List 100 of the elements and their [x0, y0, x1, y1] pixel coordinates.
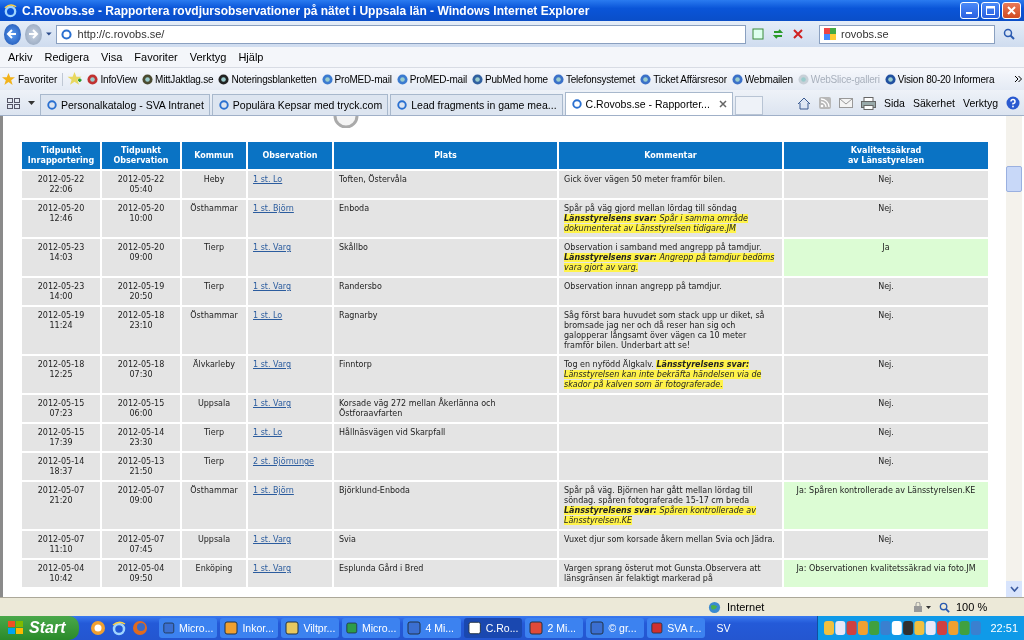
favorite-link[interactable]: MittJaktlag.se — [140, 73, 216, 85]
favorite-link[interactable]: Vision 80-20 Informera — [882, 73, 997, 85]
browser-tab[interactable]: C.Rovobs.se - Rapporter... — [564, 92, 733, 115]
stop-icon[interactable] — [791, 28, 804, 40]
site-icon[interactable] — [884, 73, 896, 85]
grid-icon[interactable] — [7, 97, 20, 109]
table-cell: Tierp — [182, 239, 246, 276]
taskbar-button[interactable]: Viltpr... — [281, 618, 340, 638]
browser-tab[interactable]: Personalkatalog - SVA Intranet — [40, 94, 210, 115]
observation-link[interactable]: 1 st. Varg — [253, 360, 291, 369]
taskbar-button[interactable]: © gr... — [586, 618, 645, 638]
table-cell: Tierp — [182, 278, 246, 305]
menu-item[interactable]: Verktyg — [183, 51, 233, 63]
close-button[interactable] — [1002, 2, 1021, 19]
column-header: Kommentar — [559, 142, 782, 169]
favorite-link[interactable]: Ticket Affärsresor — [638, 73, 729, 85]
dropdown-icon[interactable] — [45, 32, 52, 36]
table-cell: Observation innan angrepp på tamdjur. — [559, 278, 782, 305]
print-icon[interactable] — [860, 96, 876, 110]
command-menu[interactable]: Verktyg — [962, 97, 998, 109]
table-cell: Östhammar — [182, 200, 246, 237]
zoom-level[interactable]: 100 % — [956, 601, 1016, 613]
favorite-link[interactable]: Webmailen — [729, 73, 795, 85]
browser-icon[interactable] — [111, 620, 128, 636]
observation-link[interactable]: 1 st. Varg — [253, 243, 291, 252]
page-icon[interactable] — [396, 99, 409, 111]
page-icon[interactable] — [46, 99, 58, 111]
table-cell: Nej. — [784, 356, 988, 393]
taskbar-button[interactable]: 4 Mi... — [403, 618, 462, 638]
observation-link[interactable]: 1 st. Björn — [253, 486, 294, 495]
command-menu[interactable]: Säkerhet — [912, 97, 955, 109]
observation-link[interactable]: 1 st. Varg — [253, 282, 291, 291]
page-icon[interactable] — [751, 28, 764, 40]
scroll-thumb[interactable] — [1006, 166, 1022, 192]
back-button[interactable] — [4, 23, 21, 45]
observation-link[interactable]: 1 st. Varg — [253, 535, 291, 544]
observation-link[interactable]: 1 st. Varg — [253, 399, 291, 408]
taskbar-button[interactable]: SVA r... — [647, 618, 706, 638]
taskbar-button[interactable]: Micro... — [159, 618, 218, 638]
more-icon[interactable] — [1015, 75, 1022, 83]
address-field[interactable]: http://c.rovobs.se/ — [55, 24, 746, 44]
observation-link[interactable]: 1 st. Lo — [253, 428, 283, 437]
taskbar-button[interactable]: 2 Mi... — [525, 618, 584, 638]
menu-item[interactable]: Visa — [95, 51, 129, 63]
refresh-icon[interactable] — [771, 28, 784, 40]
menu-item[interactable]: Hjälp — [232, 51, 270, 63]
browser-tab[interactable]: Lead fragments in game mea... — [390, 94, 563, 115]
mail-icon[interactable] — [838, 98, 853, 108]
maximize-icon[interactable] — [986, 6, 995, 15]
language-indicator[interactable]: SV — [708, 622, 739, 634]
favorite-link[interactable]: Noteringsblanketten — [216, 73, 319, 85]
menu-item[interactable]: Arkiv — [2, 51, 39, 63]
close-tab-icon[interactable] — [718, 100, 727, 108]
start-button[interactable]: Start — [0, 616, 80, 640]
scrollbar[interactable] — [1006, 116, 1022, 597]
command-menu[interactable]: Sida — [883, 97, 905, 109]
app-icon[interactable] — [468, 621, 482, 635]
observation-link[interactable]: 1 st. Lo — [253, 175, 283, 184]
caret-icon[interactable] — [28, 101, 35, 105]
zoom-icon[interactable] — [939, 601, 950, 613]
help-icon[interactable] — [1006, 96, 1020, 110]
mail-app-icon[interactable] — [90, 620, 107, 636]
taskbar-button[interactable]: Inkor... — [220, 618, 279, 638]
star-icon[interactable] — [2, 72, 15, 86]
column-header: Plats — [334, 142, 557, 169]
menu-item[interactable]: Redigera — [38, 51, 96, 63]
page-icon[interactable] — [217, 99, 230, 111]
favorite-link[interactable]: Telefonsystemet — [550, 73, 638, 85]
taskbar-button[interactable]: Micro... — [342, 618, 401, 638]
add-favorite-icon[interactable] — [67, 72, 83, 86]
windows-flag-icon[interactable] — [8, 621, 24, 635]
favorite-link[interactable]: InfoView — [85, 73, 140, 85]
tab-label[interactable]: Personalkatalog - SVA Intranet — [61, 99, 204, 111]
site-icon[interactable] — [142, 73, 154, 85]
favorites-button[interactable]: Favoriter — [2, 72, 64, 86]
table-cell: Korsade väg 272 mellan Åkerlänna och Östforaavfarten — [334, 395, 557, 422]
tab-label[interactable]: Lead fragments in game mea... — [411, 99, 557, 111]
tab-label[interactable]: Populära Kepsar med tryck.com — [232, 99, 383, 111]
back-arrow-icon[interactable] — [6, 28, 19, 40]
home-icon[interactable] — [796, 96, 811, 110]
minimize-button[interactable] — [960, 2, 979, 19]
site-icon[interactable] — [218, 73, 230, 85]
browser-tab[interactable]: Populära Kepsar med tryck.com — [211, 94, 389, 115]
observation-link[interactable]: 1 st. Varg — [253, 564, 291, 573]
page-icon[interactable] — [570, 98, 583, 110]
menu-item[interactable]: Favoriter — [128, 51, 184, 63]
favorite-link[interactable]: PubMed home — [470, 73, 550, 85]
table-cell: 2012-05-22 05:40 — [102, 171, 180, 198]
maximize-button[interactable] — [981, 2, 1000, 19]
table-cell: 2012-05-19 11:24 — [22, 307, 100, 354]
favorite-link[interactable]: ProMED-mail — [394, 73, 470, 85]
observation-link[interactable]: 1 st. Björn — [253, 204, 294, 213]
app-icon[interactable] — [285, 621, 300, 635]
favorite-link[interactable]: ProMED-mail — [319, 73, 394, 85]
tab-label[interactable]: C.Rovobs.se - Rapporter... — [585, 98, 710, 110]
lock-icon[interactable] — [913, 601, 933, 613]
close-icon[interactable] — [1007, 6, 1016, 15]
taskbar-button[interactable]: C.Ro... — [464, 618, 523, 638]
observation-link[interactable]: 1 st. Lo — [253, 311, 283, 320]
search-field[interactable]: rovobs.se — [819, 24, 995, 44]
